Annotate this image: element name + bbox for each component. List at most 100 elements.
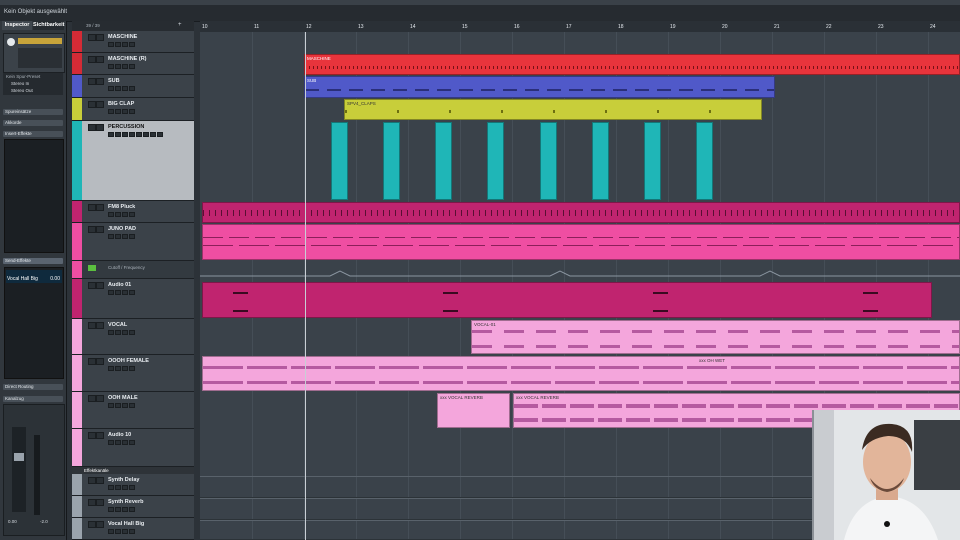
fx-folder-header[interactable]: Effektkanäle xyxy=(72,467,194,474)
playhead-cursor[interactable] xyxy=(305,32,306,540)
section-channel-strip[interactable]: Kanalzug xyxy=(3,396,63,402)
solo-button[interactable] xyxy=(96,204,104,211)
perc-part[interactable] xyxy=(331,122,348,200)
solo-button[interactable] xyxy=(96,395,104,402)
track-sub[interactable]: SUB xyxy=(72,75,194,98)
solo-button[interactable] xyxy=(96,124,104,131)
send-slots[interactable]: Vocal Hall Big 0.00 xyxy=(4,267,64,379)
tab-visibility[interactable]: Sichtbarkeit xyxy=(33,21,64,30)
solo-button[interactable] xyxy=(96,56,104,63)
mute-button[interactable] xyxy=(88,499,96,506)
insert-slots[interactable] xyxy=(4,139,64,253)
perc-part[interactable] xyxy=(644,122,661,200)
audio-part-maschine[interactable]: MASCHINE xyxy=(304,54,960,75)
add-track-icon[interactable]: + xyxy=(178,22,182,28)
track-maschine-r[interactable]: MASCHINE (R) xyxy=(72,53,194,75)
perc-part[interactable] xyxy=(435,122,452,200)
solo-button[interactable] xyxy=(96,322,104,329)
knob-icon[interactable] xyxy=(7,38,15,46)
perc-part[interactable] xyxy=(487,122,504,200)
track-controls[interactable] xyxy=(108,109,178,114)
track-big-clap[interactable]: BIG CLAP xyxy=(72,98,194,121)
automation-parameter[interactable]: Cutoff / Frequency xyxy=(108,265,145,270)
section-insert-effects[interactable]: Insert-Effekte xyxy=(3,131,63,137)
automation-curve[interactable] xyxy=(200,262,960,280)
solo-button[interactable] xyxy=(96,78,104,85)
solo-button[interactable] xyxy=(96,499,104,506)
mute-button[interactable] xyxy=(88,34,96,41)
track-controls[interactable] xyxy=(108,403,178,408)
mute-button[interactable] xyxy=(88,282,96,289)
track-oooh-female[interactable]: OOOH FEMALE xyxy=(72,355,194,392)
midi-part-juno[interactable] xyxy=(202,224,960,260)
track-juno-pad[interactable]: JUNO PAD xyxy=(72,223,194,261)
track-controls[interactable] xyxy=(108,507,178,512)
input-preset[interactable]: Kein Spur-Preset xyxy=(6,74,40,79)
track-controls[interactable] xyxy=(108,212,178,217)
mute-button[interactable] xyxy=(88,395,96,402)
mute-button[interactable] xyxy=(88,101,96,108)
track-ooh-male[interactable]: OOH MALE xyxy=(72,392,194,429)
section-send-effects[interactable]: Send-Effekte xyxy=(3,258,63,264)
mute-button[interactable] xyxy=(88,322,96,329)
output-routing[interactable]: Stereo Out xyxy=(11,88,33,93)
track-controls[interactable] xyxy=(108,64,178,69)
track-controls[interactable] xyxy=(108,290,178,295)
perc-part[interactable] xyxy=(383,122,400,200)
solo-button[interactable] xyxy=(96,358,104,365)
solo-button[interactable] xyxy=(96,101,104,108)
track-maschine[interactable]: MASCHINE xyxy=(72,31,194,53)
mute-button[interactable] xyxy=(88,124,96,131)
fx-track-synth-reverb[interactable]: Synth Reverb xyxy=(72,496,194,518)
track-audio-10[interactable]: Audio 10 xyxy=(72,429,194,467)
send-level[interactable]: 0.00 xyxy=(50,276,60,282)
track-controls[interactable] xyxy=(108,529,178,534)
solo-button[interactable] xyxy=(96,521,104,528)
fx-track-synth-delay[interactable]: Synth Delay xyxy=(72,474,194,496)
section-direct-routing[interactable]: Direct Routing xyxy=(3,384,63,390)
perc-part[interactable] xyxy=(696,122,713,200)
track-controls[interactable] xyxy=(108,42,178,47)
track-buttons[interactable] xyxy=(18,38,62,44)
mute-button[interactable] xyxy=(88,204,96,211)
track-controls[interactable] xyxy=(108,485,178,490)
track-controls[interactable] xyxy=(108,440,178,445)
mute-button[interactable] xyxy=(88,477,96,484)
track-controls[interactable] xyxy=(108,366,178,371)
input-routing[interactable]: Stereo In xyxy=(11,81,29,86)
track-vocal[interactable]: VOCAL xyxy=(72,319,194,355)
section-chords[interactable]: Akkorde xyxy=(3,120,63,126)
midi-part-fm8[interactable] xyxy=(202,202,960,223)
tab-inspector[interactable]: Inspector xyxy=(2,21,32,30)
mute-button[interactable] xyxy=(88,56,96,63)
audio-part-claps[interactable]: SPV4_CLAPS xyxy=(344,99,762,120)
audio-part-vocal[interactable]: VOCAL-01 xyxy=(471,320,960,354)
track-percussion[interactable]: PERCUSSION xyxy=(72,121,194,201)
solo-button[interactable] xyxy=(96,34,104,41)
track-audio-01[interactable]: Audio 01 xyxy=(72,279,194,319)
solo-button[interactable] xyxy=(96,477,104,484)
mute-button[interactable] xyxy=(88,226,96,233)
track-controls[interactable] xyxy=(108,86,178,91)
mute-button[interactable] xyxy=(88,358,96,365)
track-controls[interactable] xyxy=(108,234,178,239)
audio-part-reverb-1[interactable]: xxx VOCAL REVERB xyxy=(437,393,510,428)
solo-button[interactable] xyxy=(96,282,104,289)
volume-fader[interactable] xyxy=(14,453,24,461)
midi-part-sub[interactable]: SUB xyxy=(304,76,775,98)
read-automation-button[interactable] xyxy=(88,265,96,271)
mute-button[interactable] xyxy=(88,432,96,439)
track-controls[interactable] xyxy=(108,330,178,335)
perc-part[interactable] xyxy=(540,122,557,200)
send-slot-1[interactable]: Vocal Hall Big 0.00 xyxy=(6,270,62,283)
solo-button[interactable] xyxy=(96,432,104,439)
audio-part-audio01[interactable] xyxy=(202,282,932,318)
mute-button[interactable] xyxy=(88,78,96,85)
audio-part-oooh-female[interactable]: xxx OH WET xyxy=(202,356,960,391)
fx-track-vocal-hall-big[interactable]: Vocal Hall Big xyxy=(72,518,194,540)
section-track-inserts[interactable]: Spureinsätze xyxy=(3,109,63,115)
mute-button[interactable] xyxy=(88,521,96,528)
automation-lane[interactable]: Cutoff / Frequency xyxy=(72,261,194,279)
perc-part[interactable] xyxy=(592,122,609,200)
track-controls[interactable] xyxy=(108,132,178,137)
